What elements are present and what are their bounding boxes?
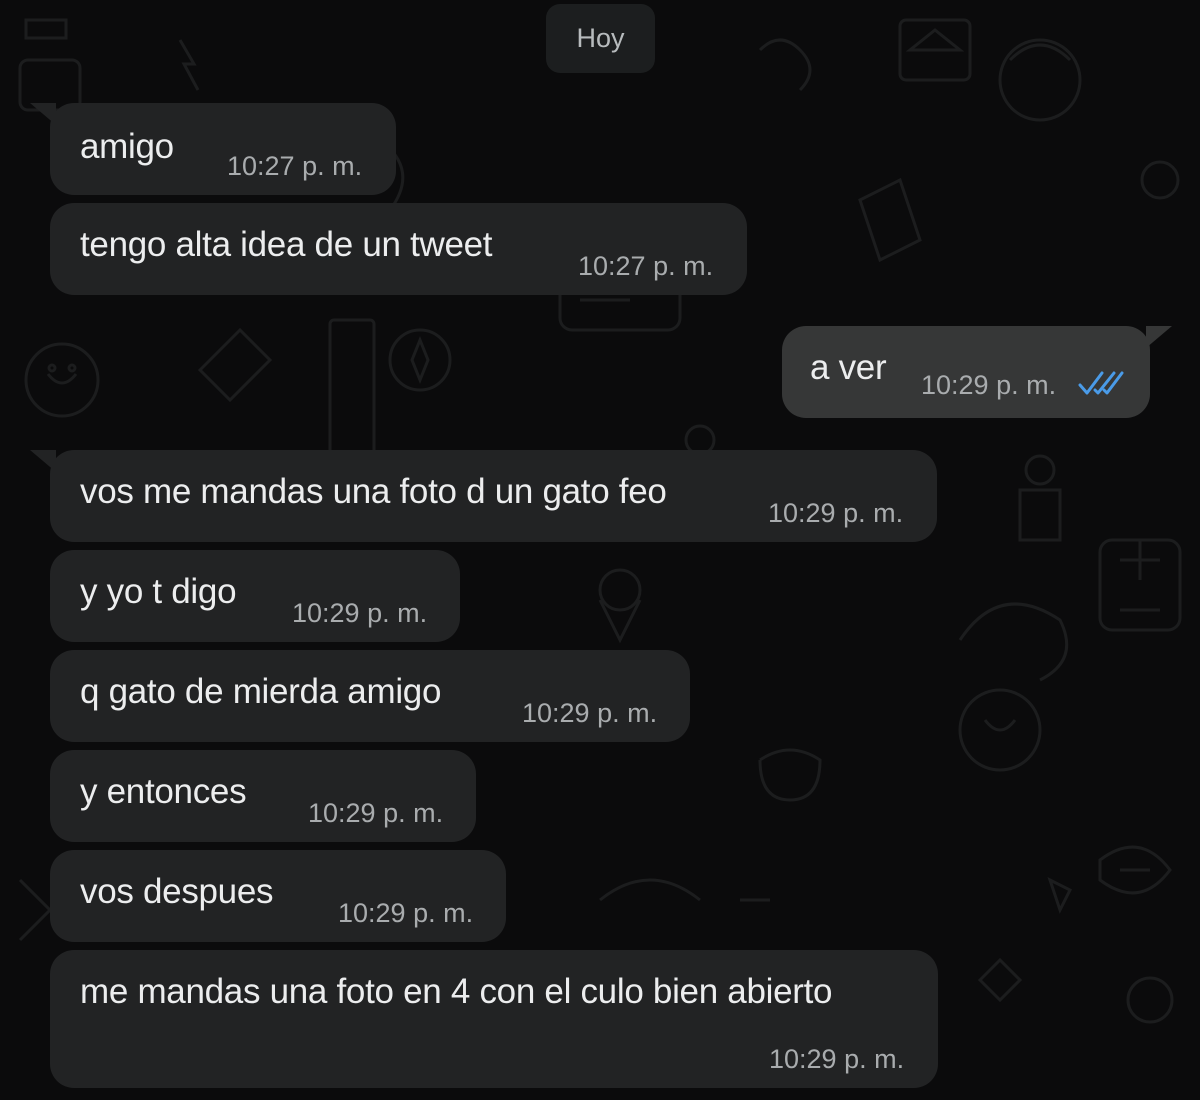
message-text: vos me mandas una foto d un gato feo xyxy=(80,472,667,511)
chat-message-list[interactable]: Hoy amigo 10:27 p. m. tengo alta idea de… xyxy=(0,0,1200,1100)
message-timestamp: 10:29 p. m. xyxy=(522,698,658,728)
message-bubble-incoming[interactable]: y entonces 10:29 p. m. xyxy=(50,750,476,842)
message-text: vos despues xyxy=(80,872,274,911)
message-text: me mandas una foto en 4 con el culo bien… xyxy=(80,972,833,1011)
message-timestamp: 10:27 p. m. xyxy=(578,251,714,281)
message-bubble-outgoing[interactable]: a ver 10:29 p. m. xyxy=(782,326,1172,418)
message-text: tengo alta idea de un tweet xyxy=(80,225,493,264)
message-bubble-incoming[interactable]: q gato de mierda amigo 10:29 p. m. xyxy=(50,650,690,742)
message-bubble-incoming[interactable]: y yo t digo 10:29 p. m. xyxy=(50,550,460,642)
message-timestamp: 10:29 p. m. xyxy=(292,598,428,628)
message-text: q gato de mierda amigo xyxy=(80,672,442,711)
message-bubble-incoming[interactable]: me mandas una foto en 4 con el culo bien… xyxy=(50,950,938,1088)
double-check-icon xyxy=(1078,371,1124,395)
date-separator: Hoy xyxy=(546,4,655,73)
message-bubble-incoming[interactable]: vos me mandas una foto d un gato feo 10:… xyxy=(30,450,937,542)
message-bubble-incoming[interactable]: tengo alta idea de un tweet 10:27 p. m. xyxy=(50,203,747,295)
message-timestamp: 10:29 p. m. xyxy=(768,498,904,528)
message-timestamp: 10:29 p. m. xyxy=(338,898,474,928)
message-text: amigo xyxy=(80,127,174,166)
message-text: y yo t digo xyxy=(80,572,237,611)
message-timestamp: 10:29 p. m. xyxy=(769,1044,905,1074)
message-timestamp: 10:29 p. m. xyxy=(921,370,1057,400)
message-bubble-incoming[interactable]: amigo 10:27 p. m. xyxy=(30,103,396,195)
message-timestamp: 10:29 p. m. xyxy=(308,798,444,828)
message-timestamp: 10:27 p. m. xyxy=(227,151,363,181)
message-text: y entonces xyxy=(80,772,247,811)
message-text: a ver xyxy=(810,348,887,387)
message-bubble-incoming[interactable]: vos despues 10:29 p. m. xyxy=(50,850,506,942)
